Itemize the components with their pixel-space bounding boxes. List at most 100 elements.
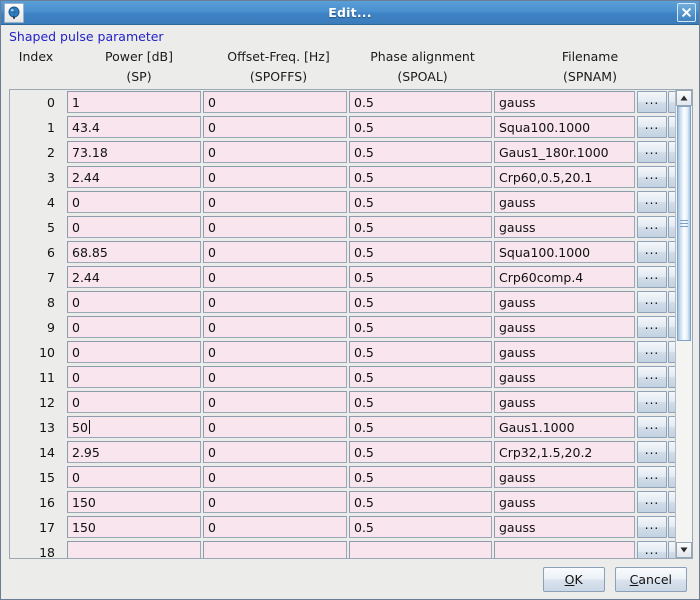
filename-field[interactable] [494, 541, 635, 558]
filename-field[interactable]: gauss [494, 191, 635, 214]
power-field[interactable]: 43.4 [67, 116, 201, 139]
offset-freq-field[interactable]: 0 [203, 316, 347, 339]
power-field[interactable]: 0 [67, 191, 201, 214]
browse-file-button[interactable]: ... [637, 441, 667, 464]
offset-freq-field[interactable]: 0 [203, 341, 347, 364]
edit-shape-button[interactable]: E [668, 266, 675, 289]
filename-field[interactable]: Gaus1_180r.1000 [494, 141, 635, 164]
power-field[interactable]: 68.85 [67, 241, 201, 264]
power-field[interactable]: 0 [67, 466, 201, 489]
phase-alignment-field[interactable]: 0.5 [349, 516, 492, 539]
offset-freq-field[interactable]: 0 [203, 491, 347, 514]
phase-alignment-field[interactable]: 0.5 [349, 316, 492, 339]
edit-shape-button[interactable]: E [668, 491, 675, 514]
phase-alignment-field[interactable]: 0.5 [349, 366, 492, 389]
phase-alignment-field[interactable] [349, 541, 492, 558]
browse-file-button[interactable]: ... [637, 116, 667, 139]
phase-alignment-field[interactable]: 0.5 [349, 266, 492, 289]
edit-shape-button[interactable]: E [668, 241, 675, 264]
browse-file-button[interactable]: ... [637, 141, 667, 164]
browse-file-button[interactable]: ... [637, 266, 667, 289]
browse-file-button[interactable]: ... [637, 91, 667, 114]
power-field[interactable]: 50 [67, 416, 201, 439]
phase-alignment-field[interactable]: 0.5 [349, 291, 492, 314]
power-field[interactable]: 0 [67, 341, 201, 364]
edit-shape-button[interactable]: E [668, 91, 675, 114]
offset-freq-field[interactable]: 0 [203, 216, 347, 239]
offset-freq-field[interactable] [203, 541, 347, 558]
phase-alignment-field[interactable]: 0.5 [349, 441, 492, 464]
edit-shape-button[interactable]: E [668, 166, 675, 189]
power-field[interactable]: 2.44 [67, 166, 201, 189]
browse-file-button[interactable]: ... [637, 341, 667, 364]
phase-alignment-field[interactable]: 0.5 [349, 491, 492, 514]
browse-file-button[interactable]: ... [637, 516, 667, 539]
browse-file-button[interactable]: ... [637, 391, 667, 414]
offset-freq-field[interactable]: 0 [203, 391, 347, 414]
browse-file-button[interactable]: ... [637, 166, 667, 189]
power-field[interactable]: 0 [67, 216, 201, 239]
phase-alignment-field[interactable]: 0.5 [349, 91, 492, 114]
power-field[interactable]: 73.18 [67, 141, 201, 164]
vertical-scrollbar[interactable] [675, 89, 692, 558]
filename-field[interactable]: gauss [494, 291, 635, 314]
edit-shape-button[interactable]: E [668, 391, 675, 414]
power-field[interactable]: 150 [67, 491, 201, 514]
scrollbar-track[interactable] [676, 105, 692, 542]
filename-field[interactable]: gauss [494, 391, 635, 414]
filename-field[interactable]: Crp60comp.4 [494, 266, 635, 289]
phase-alignment-field[interactable]: 0.5 [349, 341, 492, 364]
edit-shape-button[interactable]: E [668, 291, 675, 314]
scroll-down-arrow-icon[interactable] [676, 542, 692, 558]
edit-shape-button[interactable]: E [668, 466, 675, 489]
cancel-button[interactable]: Cancel [614, 566, 687, 592]
edit-shape-button[interactable]: E [668, 191, 675, 214]
offset-freq-field[interactable]: 0 [203, 91, 347, 114]
filename-field[interactable]: Crp32,1.5,20.2 [494, 441, 635, 464]
offset-freq-field[interactable]: 0 [203, 116, 347, 139]
filename-field[interactable]: gauss [494, 491, 635, 514]
edit-shape-button[interactable]: E [668, 216, 675, 239]
browse-file-button[interactable]: ... [637, 191, 667, 214]
phase-alignment-field[interactable]: 0.5 [349, 191, 492, 214]
offset-freq-field[interactable]: 0 [203, 516, 347, 539]
filename-field[interactable]: gauss [494, 341, 635, 364]
edit-shape-button[interactable]: E [668, 141, 675, 164]
power-field[interactable] [67, 541, 201, 558]
power-field[interactable]: 1 [67, 91, 201, 114]
phase-alignment-field[interactable]: 0.5 [349, 391, 492, 414]
scroll-up-arrow-icon[interactable] [676, 89, 692, 106]
phase-alignment-field[interactable]: 0.5 [349, 241, 492, 264]
edit-shape-button[interactable]: E [668, 341, 675, 364]
power-field[interactable]: 150 [67, 516, 201, 539]
scrollbar-thumb[interactable] [677, 105, 691, 341]
offset-freq-field[interactable]: 0 [203, 466, 347, 489]
offset-freq-field[interactable]: 0 [203, 266, 347, 289]
phase-alignment-field[interactable]: 0.5 [349, 416, 492, 439]
filename-field[interactable]: gauss [494, 216, 635, 239]
browse-file-button[interactable]: ... [637, 416, 667, 439]
offset-freq-field[interactable]: 0 [203, 241, 347, 264]
edit-shape-button[interactable]: E [668, 516, 675, 539]
filename-field[interactable]: Squa100.1000 [494, 241, 635, 264]
edit-shape-button[interactable]: E [668, 116, 675, 139]
edit-shape-button[interactable]: E [668, 441, 675, 464]
browse-file-button[interactable]: ... [637, 366, 667, 389]
power-field[interactable]: 0 [67, 366, 201, 389]
filename-field[interactable]: gauss [494, 466, 635, 489]
edit-shape-button[interactable]: E [668, 416, 675, 439]
power-field[interactable]: 2.44 [67, 266, 201, 289]
offset-freq-field[interactable]: 0 [203, 191, 347, 214]
filename-field[interactable]: Crp60,0.5,20.1 [494, 166, 635, 189]
browse-file-button[interactable]: ... [637, 216, 667, 239]
browse-file-button[interactable]: ... [637, 541, 667, 558]
power-field[interactable]: 0 [67, 391, 201, 414]
offset-freq-field[interactable]: 0 [203, 441, 347, 464]
filename-field[interactable]: Squa100.1000 [494, 116, 635, 139]
edit-shape-button[interactable]: E [668, 541, 675, 558]
filename-field[interactable]: gauss [494, 366, 635, 389]
phase-alignment-field[interactable]: 0.5 [349, 216, 492, 239]
edit-shape-button[interactable]: E [668, 316, 675, 339]
filename-field[interactable]: Gaus1.1000 [494, 416, 635, 439]
phase-alignment-field[interactable]: 0.5 [349, 116, 492, 139]
